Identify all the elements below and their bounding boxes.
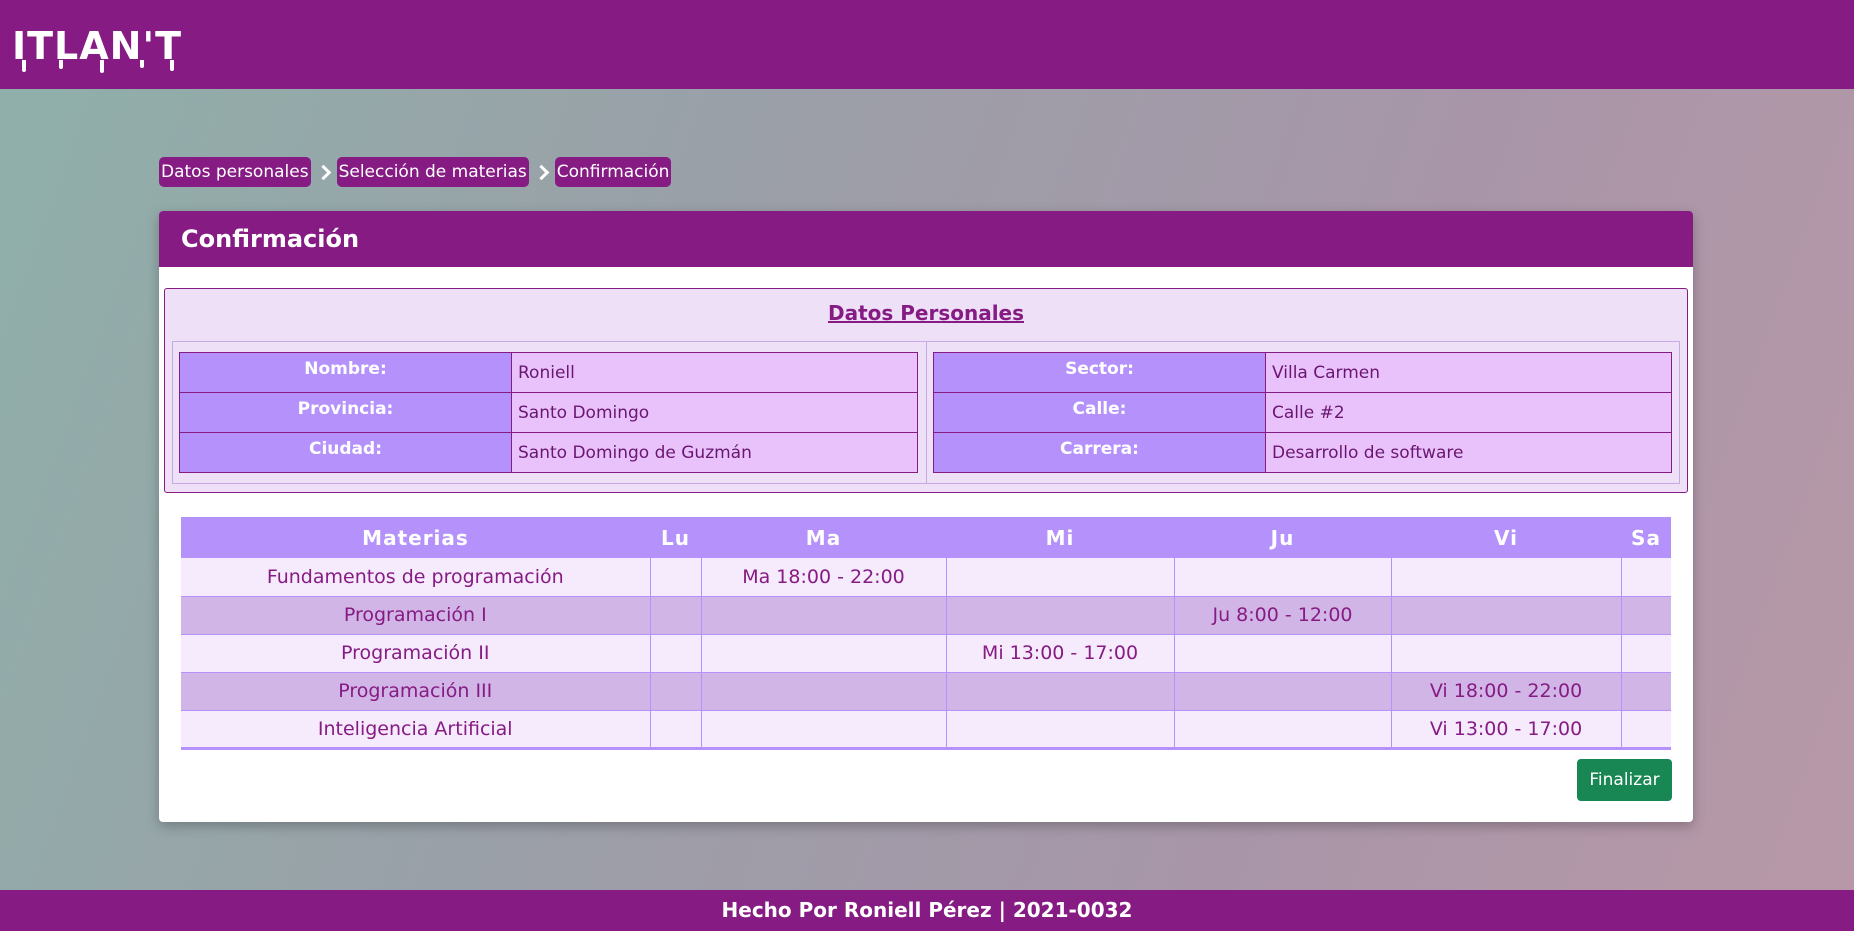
schedule-cell: [1390, 558, 1622, 597]
table-row: Sector: Villa Carmen: [933, 352, 1672, 393]
schedule-cell: [945, 672, 1175, 711]
schedule-cell: Ju 8:00 - 12:00: [1173, 596, 1392, 635]
schedule-cell: [700, 710, 947, 750]
schedule-cell: Ma 18:00 - 22:00: [700, 558, 947, 597]
field-label: Sector:: [933, 352, 1266, 393]
top-navbar: ITLAN'T: [0, 0, 1854, 89]
subject-name: Programación III: [181, 672, 651, 711]
subject-name: Fundamentos de programación: [181, 558, 651, 597]
personal-data-left: Nombre: Roniell Provincia: Santo Domingo…: [173, 342, 926, 483]
field-label: Ciudad:: [179, 432, 512, 473]
field-value: Santo Domingo: [511, 392, 918, 433]
field-value: Desarrollo de software: [1265, 432, 1672, 473]
footer: Hecho Por Roniell Pérez | 2021-0032: [0, 890, 1854, 931]
logo-drip: [59, 60, 63, 69]
field-value: Roniell: [511, 352, 918, 393]
column-header-ju: Ju: [1174, 517, 1391, 558]
subject-name: Inteligencia Artificial: [181, 710, 651, 750]
schedule-cell: [1173, 710, 1392, 750]
subject-name: Programación I: [181, 596, 651, 635]
chevron-right-icon: [311, 157, 337, 187]
schedule-cell: Vi 18:00 - 22:00: [1390, 672, 1622, 711]
breadcrumb-seleccion-materias[interactable]: Selección de materias: [336, 157, 529, 187]
column-header-materias: Materias: [181, 517, 650, 558]
logo-drip: [22, 60, 26, 72]
schedule-cell: [700, 596, 947, 635]
logo-drip: [100, 60, 104, 73]
personal-data-title: Datos Personales: [827, 301, 1025, 325]
subject-name: Programación II: [181, 634, 651, 673]
field-label: Nombre:: [179, 352, 512, 393]
schedule-cell: [649, 558, 702, 597]
schedule-cell: [700, 634, 947, 673]
logo[interactable]: ITLAN'T: [12, 24, 183, 73]
confirmation-card: Confirmación Datos Personales Nombre: Ro…: [159, 211, 1693, 822]
table-row: Nombre: Roniell: [179, 352, 918, 393]
schedule-cell: [1620, 710, 1671, 750]
column-header-ma: Ma: [701, 517, 946, 558]
table-row: Carrera: Desarrollo de software: [933, 432, 1672, 473]
schedule-cell: [945, 596, 1175, 635]
logo-drip: [140, 60, 144, 68]
schedule-cell: [649, 596, 702, 635]
schedule-cell: [1620, 558, 1671, 597]
schedule-cell: [1390, 634, 1622, 673]
table-row: Calle: Calle #2: [933, 392, 1672, 433]
table-row: Programación I Ju 8:00 - 12:00: [181, 596, 1671, 635]
schedule-cell: Mi 13:00 - 17:00: [945, 634, 1175, 673]
schedule-cell: [1390, 596, 1622, 635]
personal-data-grid: Nombre: Roniell Provincia: Santo Domingo…: [172, 341, 1680, 484]
footer-text: Hecho Por Roniell Pérez | 2021-0032: [721, 898, 1133, 922]
field-label: Calle:: [933, 392, 1266, 433]
schedule-table: Materias Lu Ma Mi Ju Vi Sa Fundamentos d…: [181, 517, 1671, 750]
schedule-cell: [649, 634, 702, 673]
logo-text: ITLAN'T: [12, 24, 183, 68]
personal-data-panel: Datos Personales Nombre: Roniell Provinc…: [164, 288, 1688, 493]
field-value: Villa Carmen: [1265, 352, 1672, 393]
breadcrumb: Datos personales Selección de materias C…: [159, 157, 672, 187]
column-header-mi: Mi: [946, 517, 1174, 558]
schedule-cell: [1173, 634, 1392, 673]
personal-data-right: Sector: Villa Carmen Calle: Calle #2 Car…: [926, 342, 1679, 483]
schedule-cell: Vi 13:00 - 17:00: [1390, 710, 1622, 750]
breadcrumb-datos-personales[interactable]: Datos personales: [159, 157, 311, 187]
schedule-cell: [1620, 634, 1671, 673]
schedule-cell: [1173, 672, 1392, 711]
schedule-cell: [700, 672, 947, 711]
schedule-cell: [1620, 672, 1671, 711]
table-row: Provincia: Santo Domingo: [179, 392, 918, 433]
column-header-lu: Lu: [650, 517, 701, 558]
field-value: Calle #2: [1265, 392, 1672, 433]
table-row: Inteligencia Artificial Vi 13:00 - 17:00: [181, 710, 1671, 750]
table-row: Programación II Mi 13:00 - 17:00: [181, 634, 1671, 673]
schedule-cell: [945, 710, 1175, 750]
field-value: Santo Domingo de Guzmán: [511, 432, 918, 473]
column-header-sa: Sa: [1621, 517, 1671, 558]
finalize-button[interactable]: Finalizar: [1577, 759, 1672, 801]
field-label: Carrera:: [933, 432, 1266, 473]
personal-data-table-left: Nombre: Roniell Provincia: Santo Domingo…: [179, 352, 918, 473]
table-row: Programación III Vi 18:00 - 22:00: [181, 672, 1671, 711]
logo-drip: [170, 60, 174, 71]
table-row: Fundamentos de programación Ma 18:00 - 2…: [181, 558, 1671, 597]
schedule-cell: [649, 672, 702, 711]
schedule-cell: [945, 558, 1175, 597]
card-title: Confirmación: [159, 211, 1693, 267]
schedule-cell: [1173, 558, 1392, 597]
schedule-cell: [649, 710, 702, 750]
personal-data-table-right: Sector: Villa Carmen Calle: Calle #2 Car…: [933, 352, 1672, 473]
chevron-right-icon: [529, 157, 555, 187]
column-header-vi: Vi: [1391, 517, 1621, 558]
field-label: Provincia:: [179, 392, 512, 433]
table-row: Ciudad: Santo Domingo de Guzmán: [179, 432, 918, 473]
schedule-cell: [1620, 596, 1671, 635]
schedule-header-row: Materias Lu Ma Mi Ju Vi Sa: [181, 517, 1671, 558]
breadcrumb-confirmacion[interactable]: Confirmación: [554, 157, 672, 187]
